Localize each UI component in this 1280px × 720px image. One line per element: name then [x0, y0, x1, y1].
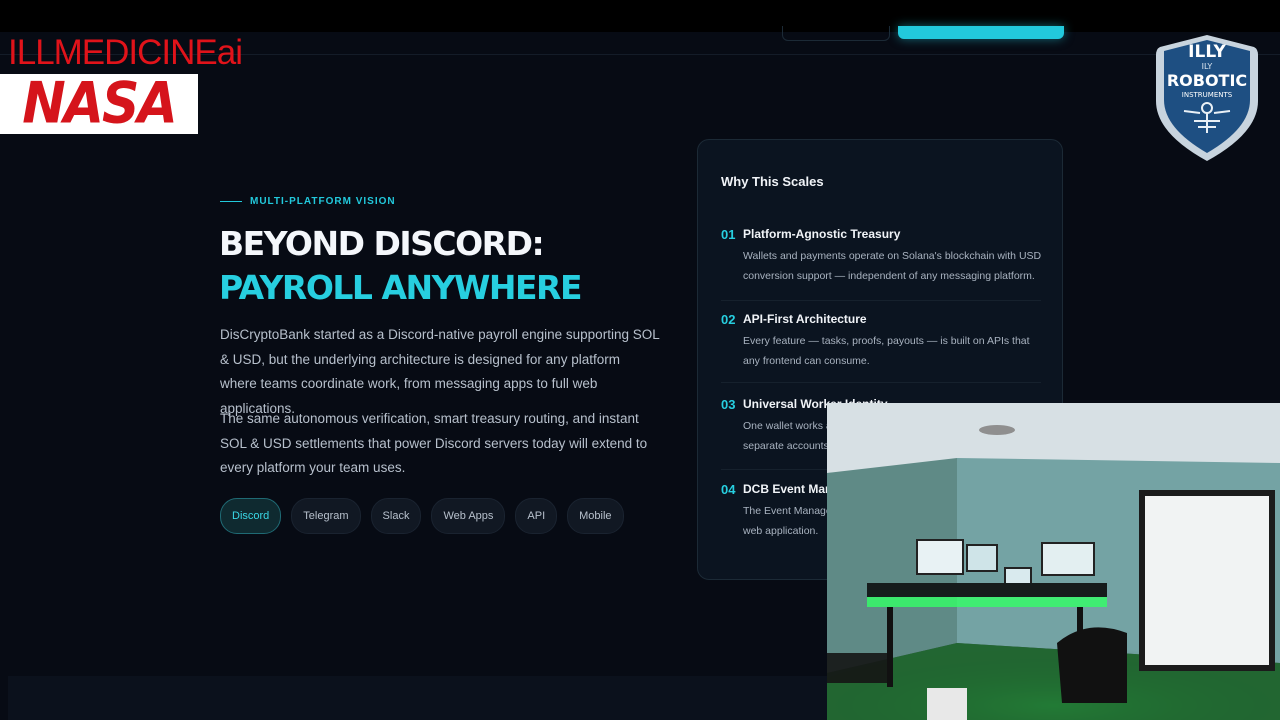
eyebrow-line [220, 201, 242, 202]
item-divider [721, 382, 1041, 383]
chip-discord[interactable]: Discord [220, 498, 282, 534]
webcam-overlay [827, 403, 1280, 720]
nasa-logo-text: NASA [22, 71, 177, 137]
hero-title-line1: BEYOND DISCORD: [219, 224, 545, 263]
badge-main-text: ROBOTIC [1167, 71, 1247, 90]
eyebrow-text: MULTI-PLATFORM VISION [250, 196, 396, 207]
item-description: Wallets and payments operate on Solana's… [743, 250, 1042, 282]
badge-top-text: ILLY [1188, 42, 1226, 62]
chip-slack[interactable]: Slack [370, 498, 422, 534]
platform-chips: Discord Telegram Slack Web Apps API Mobi… [220, 498, 624, 534]
chip-api[interactable]: API [515, 498, 558, 534]
item-number: 03 [721, 397, 736, 412]
hero-title-line2: PAYROLL ANYWHERE [219, 268, 583, 307]
nasa-logo: NASA [0, 71, 198, 137]
hero-title: BEYOND DISCORD: PAYROLL ANYWHERE [219, 222, 583, 310]
item-number: 02 [721, 312, 736, 327]
stream-brand-title: ILLMEDICINEai [8, 33, 243, 72]
item-number: 01 [721, 227, 736, 242]
hero-eyebrow: MULTI-PLATFORM VISION [220, 196, 396, 207]
item-description: Every feature — tasks, proofs, payouts —… [743, 335, 1030, 367]
item-divider [721, 300, 1041, 301]
illy-robotic-badge: ILLY ILY ROBOTIC INSTRUMENTS [1154, 33, 1260, 163]
chip-mobile[interactable]: Mobile [567, 498, 624, 534]
item-number: 04 [721, 482, 736, 497]
nav-secondary-button[interactable] [782, 26, 890, 41]
hero-paragraph-2: The same autonomous verification, smart … [220, 411, 648, 475]
badge-small-text: ILY [1202, 62, 1213, 71]
item-title: Platform-Agnostic Treasury [743, 227, 901, 241]
chip-telegram[interactable]: Telegram [291, 498, 361, 534]
top-black-bar [0, 0, 1280, 32]
chip-web-apps[interactable]: Web Apps [431, 498, 506, 534]
item-title: API-First Architecture [743, 312, 867, 326]
badge-sub-text: INSTRUMENTS [1182, 91, 1233, 99]
nav-primary-button[interactable] [898, 26, 1064, 39]
card-title: Why This Scales [721, 174, 824, 189]
